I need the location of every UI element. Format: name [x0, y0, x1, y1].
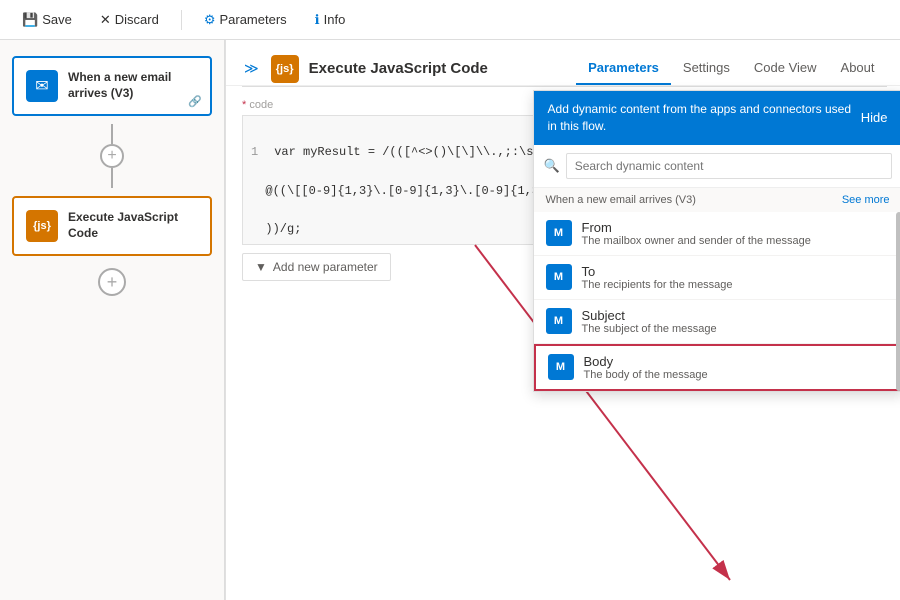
parameters-icon: ⚙ — [204, 12, 216, 28]
popup-item-to-text: To The recipients for the message — [582, 264, 733, 291]
tab-parameters[interactable]: Parameters — [576, 52, 671, 85]
popup-item-body-text: Body The body of the message — [584, 354, 708, 381]
popup-hide-btn[interactable]: Hide — [861, 110, 888, 125]
add-step-btn-1[interactable]: + — [100, 144, 124, 168]
trigger-node[interactable]: ✉ When a new email arrives (V3) 🔗 — [12, 56, 212, 116]
tab-about[interactable]: About — [829, 52, 887, 85]
add-param-label: Add new parameter — [273, 260, 378, 274]
popup-search-area: 🔍 — [534, 145, 900, 188]
popup-item-from-icon: M — [546, 220, 572, 246]
connector-line-1 — [111, 124, 113, 144]
add-parameter-btn[interactable]: ▼ Add new parameter — [242, 253, 391, 281]
action-title: Execute JavaScript Code — [68, 210, 198, 241]
popup-item-from[interactable]: M From The mailbox owner and sender of t… — [534, 212, 900, 256]
trigger-icon: ✉ — [26, 70, 58, 102]
popup-scrollbar[interactable] — [896, 212, 900, 391]
popup-item-from-text: From The mailbox owner and sender of the… — [582, 220, 811, 247]
dynamic-content-search-input[interactable] — [566, 153, 892, 179]
popup-item-body[interactable]: M Body The body of the message — [534, 344, 900, 391]
panel-title-icon: {js} — [271, 55, 299, 83]
tabs: Parameters Settings Code View About — [576, 52, 886, 85]
trigger-title: When a new email arrives (V3) — [68, 70, 198, 101]
panel-title: Execute JavaScript Code — [309, 60, 566, 77]
discard-label: Discard — [115, 12, 159, 27]
tab-settings[interactable]: Settings — [671, 52, 742, 85]
expand-button[interactable]: ≫ — [242, 58, 261, 79]
popup-item-subject-icon: M — [546, 308, 572, 334]
search-icon: 🔍 — [544, 158, 560, 174]
save-label: Save — [42, 12, 72, 27]
discard-icon: ✕ — [100, 12, 111, 28]
popup-item-subject-text: Subject The subject of the message — [582, 308, 717, 335]
add-param-icon: ▼ — [255, 260, 267, 274]
info-label: Info — [324, 12, 346, 27]
save-icon: 💾 — [22, 12, 38, 28]
popup-item-to-icon: M — [546, 264, 572, 290]
connector-line-2 — [111, 168, 113, 188]
parameters-label: Parameters — [219, 12, 286, 27]
popup-item-to[interactable]: M To The recipients for the message — [534, 256, 900, 300]
popup-section-header: When a new email arrives (V3) See more — [534, 188, 900, 212]
popup-item-body-icon: M — [548, 354, 574, 380]
popup-section-title: When a new email arrives (V3) — [546, 194, 696, 206]
info-button[interactable]: ℹ Info — [309, 8, 352, 32]
tab-code-view[interactable]: Code View — [742, 52, 829, 85]
connector-1: + — [100, 124, 124, 188]
action-icon: {js} — [26, 210, 58, 242]
toolbar-separator — [181, 10, 182, 30]
see-more-btn[interactable]: See more — [842, 194, 890, 206]
popup-items-list: M From The mailbox owner and sender of t… — [534, 212, 900, 391]
discard-button[interactable]: ✕ Discard — [94, 8, 165, 32]
popup-header: Add dynamic content from the apps and co… — [534, 91, 900, 145]
left-panel: ✉ When a new email arrives (V3) 🔗 + {js}… — [0, 40, 225, 600]
right-panel-wrapper: ≫ {js} Execute JavaScript Code Parameter… — [225, 40, 900, 600]
save-button[interactable]: 💾 Save — [16, 8, 78, 32]
action-node[interactable]: {js} Execute JavaScript Code — [12, 196, 212, 256]
trigger-link: 🔗 — [188, 95, 202, 108]
required-star: * — [242, 99, 246, 111]
info-icon: ℹ — [315, 12, 320, 28]
dynamic-content-popup: Add dynamic content from the apps and co… — [533, 90, 900, 392]
main-layout: ✉ When a new email arrives (V3) 🔗 + {js}… — [0, 40, 900, 600]
toolbar: 💾 Save ✕ Discard ⚙ Parameters ℹ Info — [0, 0, 900, 40]
add-step-btn-2[interactable]: + — [98, 268, 126, 296]
panel-header: ≫ {js} Execute JavaScript Code Parameter… — [226, 40, 900, 86]
popup-header-text: Add dynamic content from the apps and co… — [548, 101, 861, 135]
parameters-button[interactable]: ⚙ Parameters — [198, 8, 293, 32]
popup-item-subject[interactable]: M Subject The subject of the message — [534, 300, 900, 344]
